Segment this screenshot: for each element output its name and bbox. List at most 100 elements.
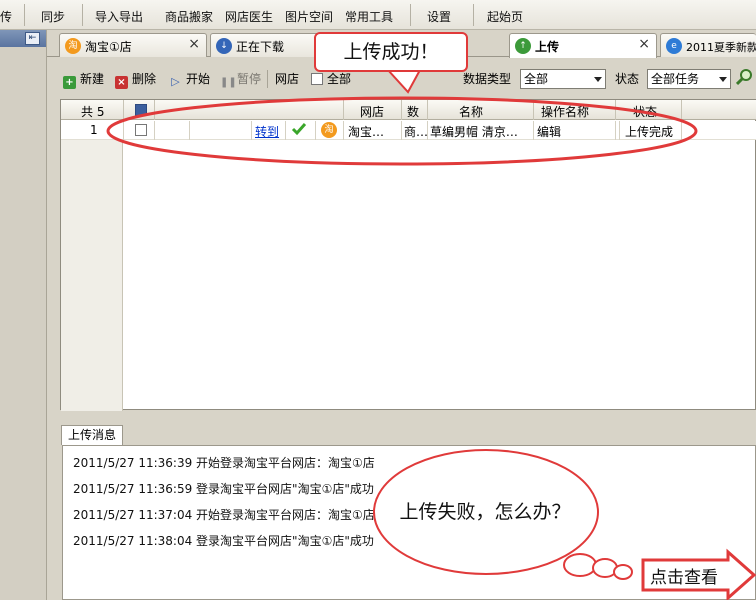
- upload-icon: ↑: [515, 38, 531, 54]
- tab-label: 2011夏季新款: [686, 41, 756, 54]
- status-label: 状态: [615, 72, 640, 86]
- row-checkbox[interactable]: [135, 124, 147, 136]
- column-divider: [619, 121, 620, 140]
- toolbar-separator: [267, 70, 268, 88]
- collapse-panel-icon[interactable]: ⇤: [25, 32, 40, 45]
- header-qty[interactable]: 数: [407, 103, 419, 120]
- goto-link[interactable]: 转到: [255, 123, 279, 140]
- add-icon: +: [63, 76, 76, 89]
- tab-label: 正在下载: [236, 40, 285, 54]
- left-panel-header: ⇤: [0, 30, 46, 47]
- shop-all-label: 全部: [327, 72, 352, 86]
- shop-all-checkbox[interactable]: [311, 73, 323, 85]
- datatype-select[interactable]: 全部: [520, 69, 606, 89]
- taobao-icon: 淘: [321, 122, 337, 138]
- column-divider: [189, 121, 190, 140]
- taobao-icon: 淘: [65, 38, 81, 54]
- row-qty: 商…: [404, 125, 429, 139]
- pause-button-label: 暂停: [237, 72, 262, 86]
- grid-header: 共 5 网店 数 名称 操作名称 状态: [61, 100, 756, 120]
- tab-taobao-shop[interactable]: 淘 淘宝①店 ×: [59, 33, 207, 57]
- view-details-label: 点击查看: [650, 568, 718, 588]
- menu-separator: [24, 4, 25, 26]
- column-divider: [427, 100, 428, 120]
- search-button[interactable]: [735, 68, 754, 89]
- menu-item-common-tools[interactable]: 常用工具: [345, 8, 393, 25]
- log-line: 2011/5/27 11:36:39 开始登录淘宝平台网店：淘宝①店: [73, 456, 375, 470]
- status-select-value: 全部任务: [651, 72, 700, 86]
- delete-button[interactable]: × 删除: [115, 70, 156, 89]
- menu-item-shop-doctor[interactable]: 网店医生: [225, 8, 273, 25]
- column-divider: [401, 121, 402, 140]
- column-divider: [343, 100, 344, 120]
- row-status: 上传完成: [625, 125, 674, 139]
- start-button-label: 开始: [186, 72, 211, 86]
- new-button-label: 新建: [80, 72, 105, 86]
- menu-item-image-space[interactable]: 图片空间: [285, 8, 333, 25]
- column-divider: [681, 100, 682, 120]
- column-divider: [123, 121, 124, 140]
- upload-success-callout: 上传成功！: [314, 32, 468, 72]
- check-icon: [291, 121, 307, 140]
- view-details-button[interactable]: 点击查看: [640, 553, 756, 593]
- tab-label: 淘宝①店: [85, 40, 132, 54]
- menu-item-start-page[interactable]: 起始页: [487, 8, 523, 25]
- chevron-down-icon: [594, 77, 602, 82]
- header-shop[interactable]: 网店: [360, 103, 384, 120]
- menu-item-move-goods[interactable]: 商品搬家: [165, 8, 213, 25]
- log-line: 2011/5/27 11:36:59 登录淘宝平台网店"淘宝①店"成功: [73, 482, 374, 496]
- column-divider: [123, 100, 124, 120]
- column-divider: [533, 121, 534, 140]
- status-select[interactable]: 全部任务: [647, 69, 731, 89]
- tab-label: 上传: [535, 40, 560, 54]
- menu-separator: [473, 4, 474, 26]
- close-icon[interactable]: ×: [638, 36, 650, 52]
- log-line: 2011/5/27 11:37:04 开始登录淘宝平台网店：淘宝①店: [73, 508, 375, 522]
- tab-upload[interactable]: ↑ 上传 ×: [509, 33, 657, 58]
- menu-item-sync[interactable]: 同步: [41, 8, 65, 25]
- menu-item-settings[interactable]: 设置: [427, 8, 451, 25]
- table-row[interactable]: 1 转到 淘 淘宝… 商… 草编男帽 清京… 编辑 上传完成: [61, 121, 756, 140]
- datatype-select-value: 全部: [524, 72, 549, 86]
- task-grid: 共 5 网店 数 名称 操作名称 状态 1 转到 淘 淘宝… 商… 草编男帽 清…: [60, 99, 756, 411]
- delete-icon: ×: [115, 76, 128, 89]
- new-button[interactable]: + 新建: [63, 70, 104, 89]
- menu-separator: [82, 4, 83, 26]
- chevron-down-icon: [719, 77, 727, 82]
- task-count: 共 5: [81, 105, 105, 119]
- column-divider: [154, 121, 155, 140]
- search-icon: [735, 69, 752, 86]
- tab-summer-new[interactable]: e 2011夏季新款: [660, 33, 756, 57]
- column-divider: [681, 121, 682, 140]
- pause-button[interactable]: ❚❚暂停: [220, 70, 261, 89]
- shop-label: 网店: [275, 72, 300, 86]
- row-name: 草编男帽 清京…: [430, 125, 518, 139]
- column-divider: [343, 121, 344, 140]
- column-divider: [401, 100, 402, 120]
- column-divider: [285, 121, 286, 140]
- left-panel: ⇤: [0, 30, 47, 600]
- delete-button-label: 删除: [132, 72, 157, 86]
- select-all-checkbox[interactable]: [135, 104, 147, 116]
- menu-item-upload-partial[interactable]: 传: [0, 8, 12, 25]
- column-divider: [251, 121, 252, 140]
- header-operation[interactable]: 操作名称: [541, 103, 589, 120]
- header-name[interactable]: 名称: [459, 103, 483, 120]
- column-divider: [154, 100, 155, 120]
- datatype-label: 数据类型: [463, 72, 512, 86]
- ie-browser-icon: e: [666, 38, 682, 54]
- menu-bar: 传 同步 导入导出 商品搬家 网店医生 图片空间 常用工具 设置 起始页: [0, 0, 756, 30]
- close-icon[interactable]: ×: [188, 36, 200, 52]
- row-number-column: [61, 121, 123, 411]
- column-divider: [615, 100, 616, 120]
- start-button[interactable]: ▷ 开始: [169, 70, 210, 88]
- menu-item-import-export[interactable]: 导入导出: [95, 8, 143, 25]
- play-icon: ▷: [171, 75, 180, 88]
- log-line: 2011/5/27 11:38:04 登录淘宝平台网店"淘宝①店"成功: [73, 534, 374, 548]
- header-status[interactable]: 状态: [633, 103, 657, 120]
- download-icon: ↓: [216, 38, 232, 54]
- pause-icon: ❚❚: [220, 77, 237, 88]
- column-divider: [615, 121, 616, 140]
- tab-upload-messages[interactable]: 上传消息: [61, 425, 123, 445]
- row-operation: 编辑: [537, 125, 562, 139]
